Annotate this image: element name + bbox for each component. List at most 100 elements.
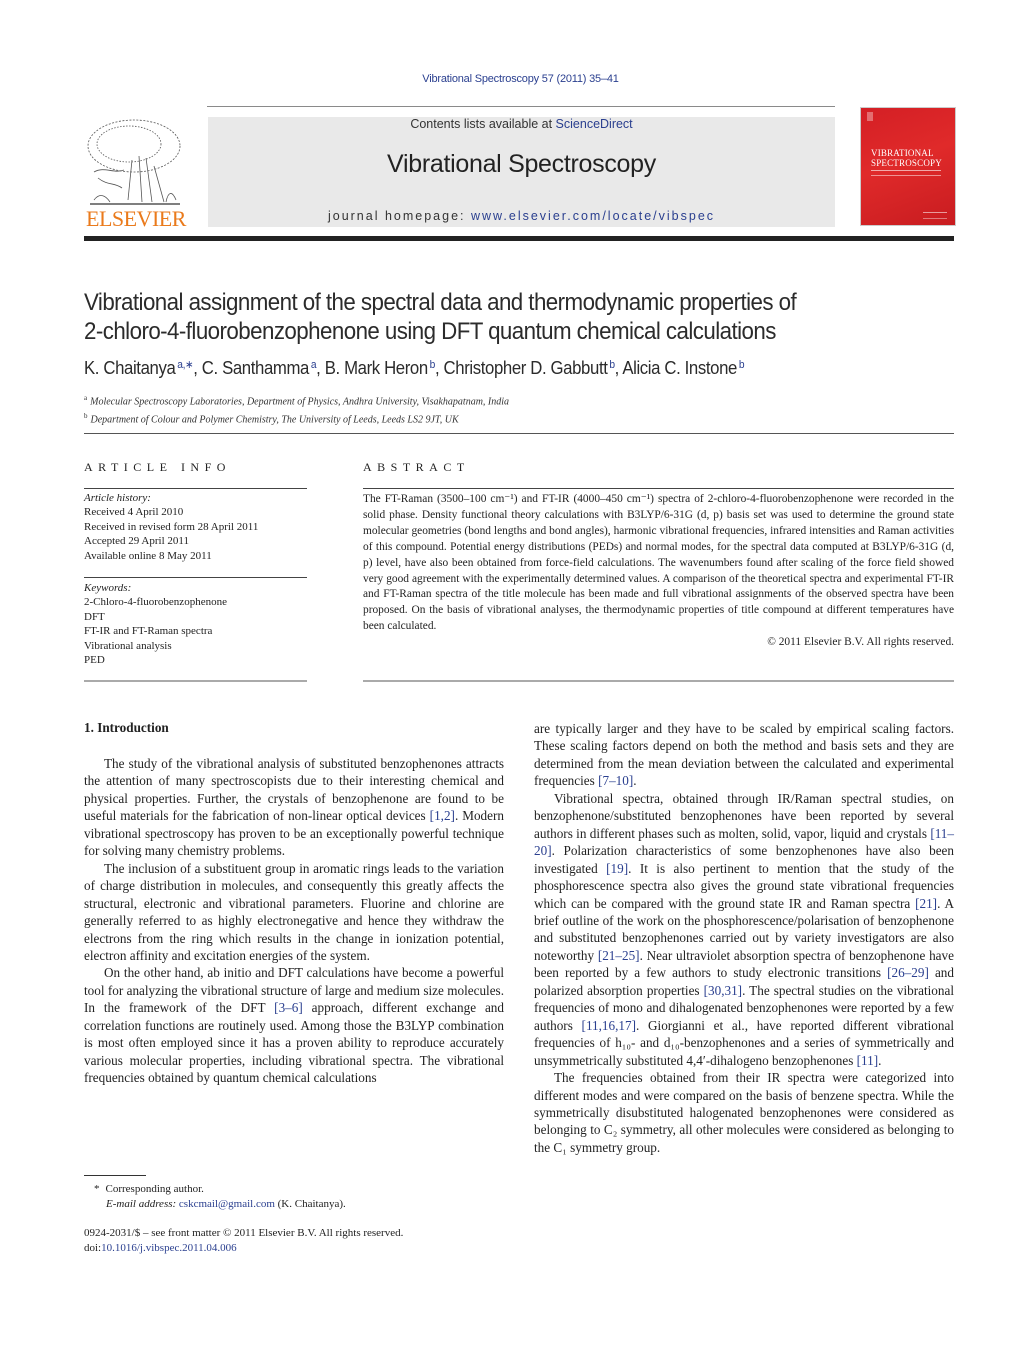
divider <box>84 577 307 578</box>
text: Vibrational spectra, obtained through IR… <box>534 790 954 841</box>
text: The frequencies obtained from their IR s… <box>534 1070 954 1155</box>
divider <box>84 680 307 682</box>
text: The inclusion of a substituent group in … <box>84 860 504 963</box>
affiliation-text: Department of Colour and Polymer Chemist… <box>90 414 459 426</box>
email-link[interactable]: cskcmail@gmail.com <box>179 1198 275 1210</box>
affiliation: b Department of Colour and Polymer Chemis… <box>84 409 509 427</box>
citation-link[interactable]: [7–10] <box>598 773 633 788</box>
paragraph: The study of the vibrational analysis of… <box>84 755 504 860</box>
doi-label: doi: <box>84 1241 102 1254</box>
history-item: Received 4 April 2010 <box>84 506 184 519</box>
keyword: 2-Chloro-4-fluorobenzophenone <box>84 596 227 609</box>
paragraph: The inclusion of a substituent group in … <box>84 860 504 965</box>
author-name: B. Mark Heron <box>324 358 428 378</box>
divider <box>207 106 835 107</box>
history-item: Accepted 29 April 2011 <box>84 535 189 548</box>
citation-link[interactable]: [11,16,17] <box>582 1018 636 1033</box>
header-divider <box>84 236 954 241</box>
affiliation-marker[interactable]: b <box>609 359 615 371</box>
cover-title-line: SPECTROSCOPY <box>871 158 942 168</box>
article-title: Vibrational assignment of the spectral d… <box>84 288 902 346</box>
divider <box>363 680 954 682</box>
doi-link[interactable]: 10.1016/j.vibspec.2011.04.006 <box>101 1242 237 1254</box>
paragraph: On the other hand, ab initio and DFT cal… <box>84 964 504 1086</box>
contents-label: Contents lists available at <box>410 117 556 131</box>
text: are typically larger and they have to be… <box>534 721 954 789</box>
cover-subtitle <box>871 170 941 176</box>
citation-link[interactable]: [3–6] <box>274 1000 303 1015</box>
history-item: Received in revised form 28 April 2011 <box>84 520 259 533</box>
article-info-heading: ARTICLE INFO <box>84 460 231 474</box>
author[interactable]: Christopher D. Gabbutt b <box>444 358 615 378</box>
citation-link[interactable]: [1,2] <box>430 808 455 823</box>
abstract-copyright: © 2011 Elsevier B.V. All rights reserved… <box>767 636 954 649</box>
author[interactable]: B. Mark Heron b <box>324 358 436 378</box>
front-matter: 0924-2031/$ – see front matter © 2011 El… <box>84 1226 403 1255</box>
affiliation-marker[interactable]: a <box>311 359 317 371</box>
affiliations: a Molecular Spectroscopy Laboratories, De… <box>84 391 509 428</box>
footnote-text: Corresponding author. <box>105 1183 204 1195</box>
affiliation-marker[interactable]: a,∗ <box>177 359 193 371</box>
title-line: 2-chloro-4-fluorobenzophenone using DFT … <box>84 318 776 345</box>
affiliation-marker[interactable]: b <box>430 359 436 371</box>
homepage-line: journal homepage: www.elsevier.com/locat… <box>208 209 835 223</box>
elsevier-wordmark[interactable]: ELSEVIER <box>86 206 186 232</box>
text: . <box>633 773 637 789</box>
text: . <box>878 1052 882 1068</box>
keywords: Keywords: 2-Chloro-4-fluorobenzophenone … <box>84 581 227 667</box>
cover-title-line: VIBRATIONAL <box>871 148 934 158</box>
citation-link[interactable]: [30,31] <box>704 983 742 998</box>
affiliation-marker[interactable]: b <box>739 359 745 371</box>
citation-link[interactable]: [21–25] <box>598 948 640 963</box>
author-list: K. Chaitanya a,∗, C. Santhamma a, B. Mark … <box>84 358 745 378</box>
affiliation-text: Molecular Spectroscopy Laboratories, Dep… <box>90 396 510 408</box>
paragraph: The frequencies obtained from their IR s… <box>534 1069 954 1156</box>
affiliation-key: a <box>84 394 88 402</box>
cover-footer-logo-icon <box>923 212 947 219</box>
author[interactable]: C. Santhamma a <box>201 358 317 378</box>
article-history: Article history: Received 4 April 2010 R… <box>84 491 258 563</box>
abstract-text: The FT-Raman (3500–100 cm⁻¹) and FT-IR (… <box>363 492 954 651</box>
divider <box>84 488 307 489</box>
paragraph: are typically larger and they have to be… <box>534 720 954 790</box>
divider <box>84 433 954 434</box>
citation-link[interactable]: [21] <box>915 896 937 911</box>
title-line: Vibrational assignment of the spectral d… <box>84 289 797 316</box>
history-label: Article history: <box>84 492 151 504</box>
homepage-label: journal homepage: <box>327 209 471 223</box>
citation-link[interactable]: [26–29] <box>887 965 929 980</box>
email-label: E-mail address: <box>106 1197 179 1210</box>
journal-cover-image[interactable]: VIBRATIONAL SPECTROSCOPY <box>860 107 956 226</box>
author-name: Alicia C. Instone <box>622 358 737 378</box>
footnote-marker: * <box>94 1183 100 1195</box>
journal-banner: Contents lists available at ScienceDirec… <box>208 117 835 227</box>
citation-link[interactable]: [19] <box>606 861 628 876</box>
journal-title: Vibrational Spectroscopy <box>387 150 656 178</box>
paragraph: Vibrational spectra, obtained through IR… <box>534 790 954 1069</box>
cover-logo-icon <box>867 112 873 121</box>
footnote-divider <box>84 1175 146 1176</box>
keyword: DFT <box>84 610 105 623</box>
right-column: are typically larger and they have to be… <box>534 720 954 1156</box>
author-name: Christopher D. Gabbutt <box>443 358 608 378</box>
author[interactable]: K. Chaitanya a,∗ <box>84 358 194 378</box>
abstract-body: The FT-Raman (3500–100 cm⁻¹) and FT-IR (… <box>363 493 954 633</box>
homepage-link[interactable]: www.elsevier.com/locate/vibspec <box>471 209 715 223</box>
history-item: Available online 8 May 2011 <box>84 549 212 562</box>
keyword: Vibrational analysis <box>84 639 172 652</box>
journal-reference[interactable]: Vibrational Spectroscopy 57 (2011) 35–41 <box>0 73 1021 85</box>
author-name: C. Santhamma <box>201 358 310 378</box>
author-name: K. Chaitanya <box>84 358 176 378</box>
cover-title: VIBRATIONAL SPECTROSCOPY <box>871 148 942 168</box>
author[interactable]: Alicia C. Instone b <box>622 358 744 378</box>
section-heading: 1. Introduction <box>84 720 169 735</box>
affiliation: a Molecular Spectroscopy Laboratories, De… <box>84 391 509 409</box>
issn-line: 0924-2031/$ – see front matter © 2011 El… <box>84 1227 404 1239</box>
abstract-heading: ABSTRACT <box>363 460 470 474</box>
sciencedirect-link[interactable]: ScienceDirect <box>556 117 633 131</box>
citation-link[interactable]: [11] <box>857 1053 878 1068</box>
left-column: The study of the vibrational analysis of… <box>84 755 504 1087</box>
divider <box>363 488 954 489</box>
affiliation-key: b <box>84 412 88 421</box>
contents-line: Contents lists available at ScienceDirec… <box>208 117 835 131</box>
